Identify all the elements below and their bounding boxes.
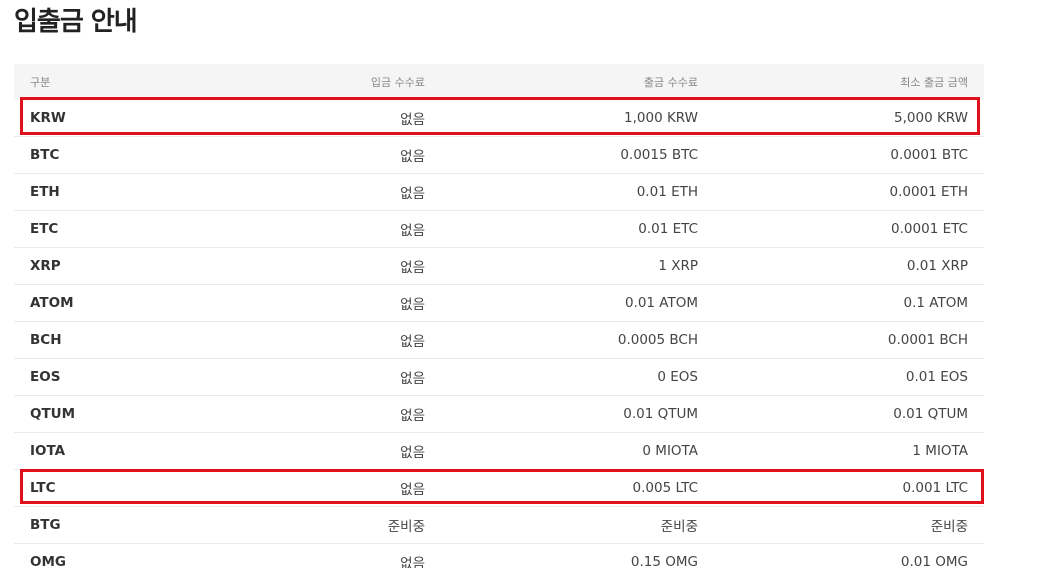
withdraw-fee-cell: 0.01 QTUM	[623, 406, 698, 422]
currency-cell: IOTA	[30, 443, 66, 459]
header-min-withdraw: 최소 출금 금액	[900, 76, 968, 89]
withdraw-fee-cell: 0.15 OMG	[630, 554, 698, 568]
currency-cell: ETH	[30, 184, 60, 200]
table-row: BTC 없음 0.0015 BTC 0.0001 BTC	[14, 137, 984, 174]
min-withdraw-cell: 0.0001 BCH	[887, 332, 968, 348]
min-withdraw-cell: 0.01 XRP	[906, 258, 968, 274]
page-title: 입출금 안내	[14, 7, 138, 37]
min-withdraw-cell: 준비중	[930, 519, 968, 535]
min-withdraw-cell: 0.1 ATOM	[903, 295, 968, 311]
min-withdraw-cell: 0.01 EOS	[905, 369, 968, 385]
table-row: IOTA 없음 0 MIOTA 1 MIOTA	[14, 433, 984, 470]
currency-cell: XRP	[30, 258, 61, 274]
currency-cell: QTUM	[30, 406, 76, 422]
table-header: 구분 입금 수수료 출금 수수료 최소 출금 금액	[14, 64, 984, 100]
min-withdraw-cell: 0.01 QTUM	[893, 406, 968, 422]
currency-cell: BCH	[30, 332, 62, 348]
withdraw-fee-cell: 0 MIOTA	[642, 443, 698, 459]
withdraw-fee-cell: 0 EOS	[657, 369, 698, 385]
min-withdraw-cell: 0.01 OMG	[900, 554, 968, 568]
highlight-box-krw	[20, 97, 980, 135]
currency-cell: OMG	[30, 554, 66, 568]
table-row: ETH 없음 0.01 ETH 0.0001 ETH	[14, 174, 984, 211]
min-withdraw-cell: 0.0001 ETH	[889, 184, 968, 200]
page: 입출금 안내 구분 입금 수수료 출금 수수료 최소 출금 금액 KRW 없음 …	[0, 0, 1040, 568]
withdraw-fee-cell: 0.0005 BCH	[617, 332, 698, 348]
deposit-fee-cell: 없음	[400, 186, 425, 202]
withdraw-fee-cell: 0.01 ETH	[636, 184, 698, 200]
table-row: ETC 없음 0.01 ETC 0.0001 ETC	[14, 211, 984, 248]
header-withdraw-fee: 출금 수수료	[643, 76, 698, 89]
deposit-fee-cell: 없음	[400, 223, 425, 239]
table-row: EOS 없음 0 EOS 0.01 EOS	[14, 359, 984, 396]
table-row: BCH 없음 0.0005 BCH 0.0001 BCH	[14, 322, 984, 359]
table-row: ATOM 없음 0.01 ATOM 0.1 ATOM	[14, 285, 984, 322]
deposit-fee-cell: 없음	[400, 260, 425, 276]
currency-cell: EOS	[30, 369, 61, 385]
deposit-fee-cell: 없음	[400, 408, 425, 424]
currency-cell: BTG	[30, 517, 61, 533]
min-withdraw-cell: 0.0001 BTC	[890, 147, 968, 163]
header-currency: 구분	[30, 76, 51, 89]
table-row: QTUM 없음 0.01 QTUM 0.01 QTUM	[14, 396, 984, 433]
deposit-fee-cell: 준비중	[387, 519, 425, 535]
deposit-fee-cell: 없음	[400, 149, 425, 165]
highlight-box-ltc	[20, 469, 984, 504]
withdraw-fee-cell: 1 XRP	[658, 258, 698, 274]
deposit-fee-cell: 없음	[400, 445, 425, 461]
withdraw-fee-cell: 0.01 ATOM	[624, 295, 698, 311]
deposit-fee-cell: 없음	[400, 556, 425, 568]
table-row: XRP 없음 1 XRP 0.01 XRP	[14, 248, 984, 285]
deposit-fee-cell: 없음	[400, 334, 425, 350]
header-deposit-fee: 입금 수수료	[370, 76, 425, 89]
table-row: OMG 없음 0.15 OMG 0.01 OMG	[14, 544, 984, 568]
currency-cell: BTC	[30, 147, 60, 163]
currency-cell: ATOM	[30, 295, 74, 311]
deposit-fee-cell: 없음	[400, 371, 425, 387]
withdraw-fee-cell: 준비중	[660, 519, 698, 535]
table-row: BTG 준비중 준비중 준비중	[14, 507, 984, 544]
withdraw-fee-cell: 0.0015 BTC	[620, 147, 698, 163]
withdraw-fee-cell: 0.01 ETC	[638, 221, 698, 237]
deposit-fee-cell: 없음	[400, 297, 425, 313]
min-withdraw-cell: 0.0001 ETC	[891, 221, 968, 237]
min-withdraw-cell: 1 MIOTA	[912, 443, 968, 459]
currency-cell: ETC	[30, 221, 59, 237]
